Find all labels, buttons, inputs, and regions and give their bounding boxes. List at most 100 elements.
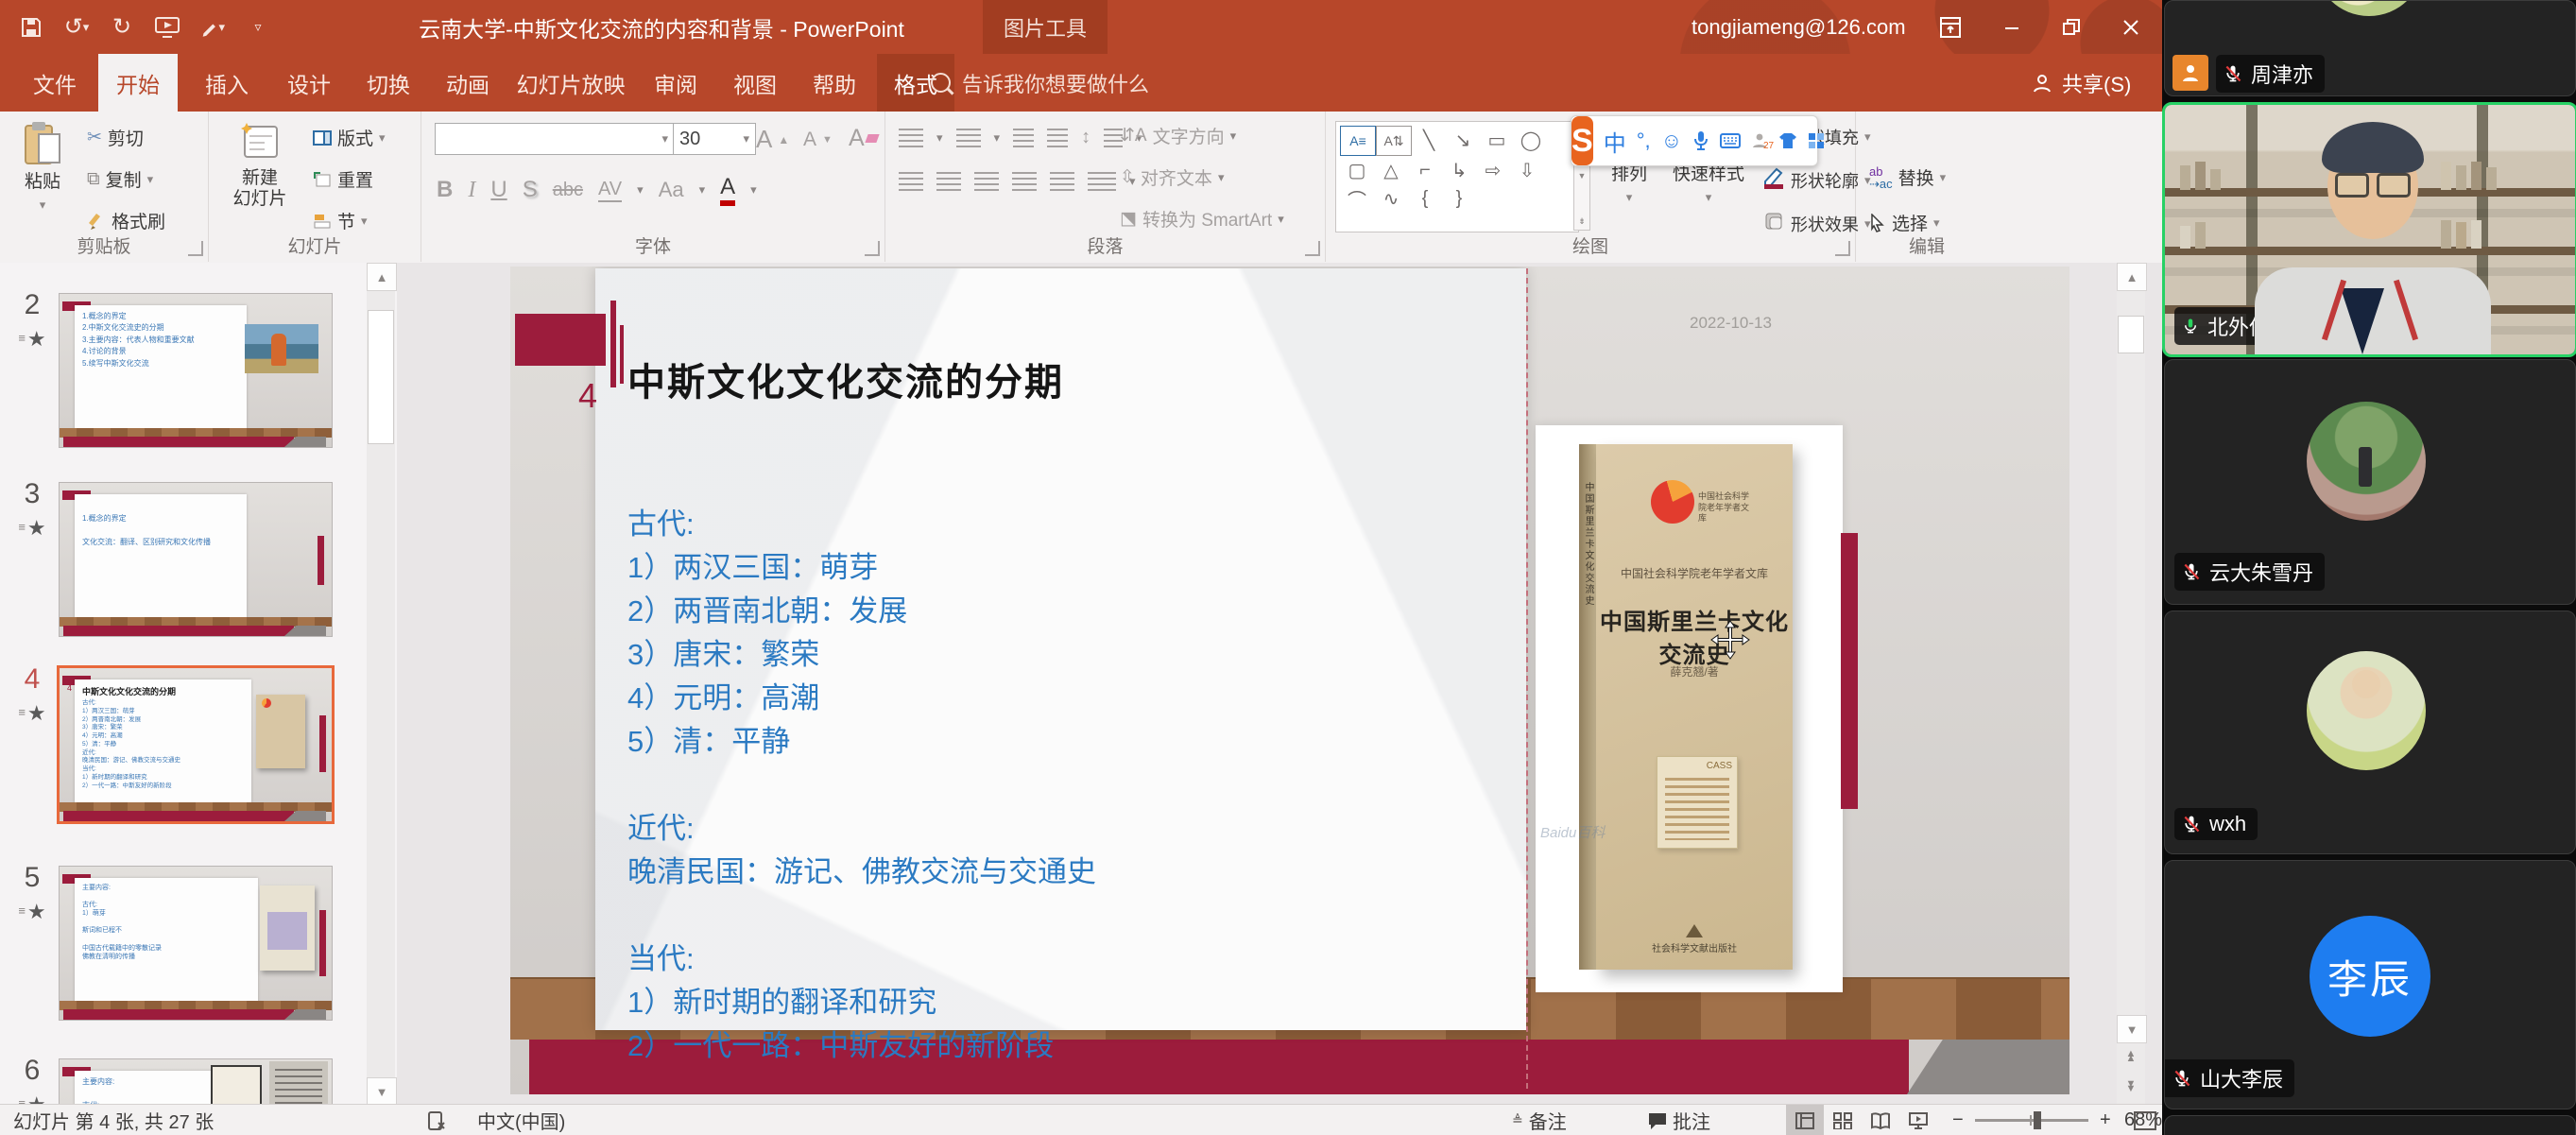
change-case-button[interactable]: Aa [659, 178, 684, 202]
save-icon[interactable] [19, 15, 43, 40]
close-icon[interactable] [2104, 0, 2158, 54]
minimize-icon[interactable] [1984, 0, 2039, 54]
scroll-up-icon[interactable]: ▲ [2117, 263, 2147, 291]
tab-insert[interactable]: 插入 [189, 54, 265, 112]
bullets-icon[interactable] [899, 129, 923, 147]
italic-button[interactable]: I [468, 178, 475, 203]
sogou-logo-icon[interactable]: S [1571, 116, 1593, 165]
slide-3-thumbnail[interactable]: 1.概念的界定 文化交流：翻译、区别研究和文化传播 [59, 482, 333, 637]
align-text-button[interactable]: ⇳对齐文本▾ [1120, 164, 1224, 190]
shapes-gallery[interactable]: A≡ A⇅ ╲ ↘ ▭ ◯ ▢ △ ⌐ ↳ ⇨ ⇩ ⌒ ∿ { } [1335, 121, 1579, 232]
thumbnail-scrollbar[interactable]: ▲ ▼ [367, 263, 395, 1104]
scrollbar-thumb[interactable] [2118, 316, 2144, 353]
font-color-button[interactable]: A [720, 174, 735, 206]
clear-formatting-button[interactable]: A [849, 125, 878, 152]
pen-input-icon[interactable]: ▾ [200, 15, 225, 40]
spellcheck-icon[interactable] [427, 1105, 446, 1135]
tab-review[interactable]: 审阅 [639, 54, 713, 112]
restore-icon[interactable] [2044, 0, 2099, 54]
slide-2-thumbnail[interactable]: 1.概念的界定 2.中斯文化交流史的分期 3.主要内容：代表人物和重要文献 4.… [59, 293, 333, 448]
scroll-down-icon[interactable]: ▼ [2117, 1015, 2147, 1043]
tab-view[interactable]: 视图 [718, 54, 792, 112]
shape-outline-button[interactable]: 形状轮廓▾ [1762, 166, 1871, 195]
underline-button[interactable]: U [490, 177, 507, 203]
language-status[interactable]: 中文(中国) [477, 1105, 565, 1135]
fit-to-window-icon[interactable] [2134, 1105, 2156, 1135]
scroll-up-icon[interactable]: ▲ [367, 263, 397, 291]
format-painter-button[interactable]: 格式刷 [87, 208, 165, 233]
tab-design[interactable]: 设计 [272, 54, 346, 112]
participant-tile[interactable]: 云大朱雪丹 [2164, 359, 2576, 605]
bold-button[interactable]: B [437, 177, 453, 203]
participant-tile-active-speaker[interactable]: 北外佟加蒙 [2162, 102, 2576, 357]
tab-slideshow[interactable]: 幻灯片放映 [510, 54, 631, 112]
grow-font-button[interactable]: A▲ [756, 125, 789, 154]
text-shadow-button[interactable]: S [523, 177, 538, 203]
align-right-icon[interactable] [974, 172, 999, 191]
ribbon-display-options-icon[interactable] [1923, 0, 1978, 54]
slide-title[interactable]: 中斯文化文化交流的分期 [627, 352, 1064, 406]
tab-transitions[interactable]: 切换 [352, 54, 425, 112]
undo-icon[interactable]: ↺▾ [64, 15, 89, 40]
replace-button[interactable]: ab⇢ac 替换▾ [1869, 164, 1946, 190]
ime-account-icon[interactable]: 27 [1751, 132, 1768, 149]
zoom-slider-thumb[interactable] [2034, 1111, 2041, 1129]
copy-button[interactable]: ⧉复制▾ [87, 166, 153, 192]
tab-animations[interactable]: 动画 [431, 54, 505, 112]
section-button[interactable]: 节▾ [313, 208, 368, 233]
next-slide-icon[interactable]: ▼▼ [2117, 1074, 2145, 1100]
soft-keyboard-icon[interactable] [1720, 133, 1741, 148]
slide-body-text[interactable]: 古代: 1）两汉三国：萌芽 2）两晋南北朝：发展 3）唐宋：繁荣 4）元明：高潮… [627, 503, 1096, 1068]
dialog-launcher-icon[interactable] [1305, 241, 1320, 256]
numbering-icon[interactable] [956, 129, 981, 147]
slide-4-thumbnail-selected[interactable]: 4 中斯文化文化交流的分期 古代: 1）两汉三国：萌芽 2）两晋南北朝：发展 3… [57, 665, 335, 824]
distribute-icon[interactable] [1050, 172, 1074, 191]
normal-view-button[interactable] [1786, 1105, 1824, 1135]
participant-tile[interactable]: 周津亦 [2164, 0, 2576, 96]
customize-qat-icon[interactable]: ▿ [246, 15, 270, 40]
slide-sorter-view-button[interactable] [1824, 1105, 1862, 1135]
align-center-icon[interactable] [936, 172, 961, 191]
decrease-indent-icon[interactable] [1013, 129, 1034, 147]
font-family-combo[interactable]: ▾ [435, 123, 675, 155]
char-spacing-button[interactable]: AV [598, 179, 622, 202]
smartart-button[interactable]: ⬔转换为 SmartArt▾ [1120, 206, 1284, 232]
skin-icon[interactable] [1778, 132, 1797, 149]
book-picture-frame[interactable]: 中国斯里兰卡文化交流史 中国社会科学院老年学者文库 中国社会科学院老年学者文库 … [1536, 425, 1843, 992]
account-name[interactable]: tongjiameng@126.com [1692, 0, 1906, 54]
start-slideshow-icon[interactable] [155, 15, 180, 40]
dialog-launcher-icon[interactable] [1835, 241, 1850, 256]
slide-5-thumbnail[interactable]: 主要内容: 古代: 1）萌芽 斯词和已程不 中国古代载籍中的零散记录 佛教在清明… [59, 866, 333, 1021]
ime-punctuation[interactable]: °, [1637, 129, 1651, 153]
redo-icon[interactable]: ↻ [110, 15, 134, 40]
book-cover-image[interactable]: 中国社会科学院老年学者文库 中国社会科学院老年学者文库 中国斯里兰卡文化交流史 … [1596, 444, 1793, 970]
ime-mode-chinese[interactable]: 中 [1604, 125, 1626, 158]
increase-indent-icon[interactable] [1047, 129, 1068, 147]
zoom-slider[interactable] [1975, 1105, 2088, 1135]
scrollbar-thumb[interactable] [368, 310, 394, 444]
emoji-icon[interactable]: ☺ [1661, 129, 1682, 153]
zoom-in-icon[interactable]: + [2100, 1105, 2111, 1135]
align-left-icon[interactable] [899, 172, 923, 191]
dialog-launcher-icon[interactable] [188, 241, 203, 256]
shrink-font-button[interactable]: A▼ [803, 129, 833, 151]
cut-button[interactable]: ✂剪切 [87, 125, 144, 150]
dialog-launcher-icon[interactable] [865, 241, 880, 256]
ime-toolbar[interactable]: S 中 °, ☺ 27 [1571, 115, 1818, 166]
strikethrough-button[interactable]: abc [553, 180, 583, 201]
font-size-combo[interactable]: 30▾ [673, 123, 756, 155]
select-button[interactable]: 选择▾ [1869, 210, 1940, 235]
slideshow-view-button[interactable] [1899, 1105, 1937, 1135]
slide-6-thumbnail[interactable]: 主要内容: 古代: 2）两晋南北朝：发展 [59, 1058, 333, 1104]
reset-button[interactable]: 重置 [313, 166, 373, 192]
line-spacing-icon[interactable]: ↕ [1081, 127, 1091, 148]
participant-tile-partial[interactable] [2164, 1115, 2576, 1135]
tab-help[interactable]: 帮助 [798, 54, 871, 112]
previous-slide-icon[interactable]: ▲▲ [2117, 1043, 2145, 1070]
comments-button[interactable]: 批注 [1648, 1105, 1710, 1135]
reading-view-button[interactable] [1862, 1105, 1899, 1135]
participant-tile[interactable]: 李辰 山大李辰 [2164, 860, 2576, 1109]
participant-tile[interactable]: wxh [2164, 610, 2576, 854]
toolbox-icon[interactable] [1808, 132, 1825, 149]
tab-home[interactable]: 开始 [98, 54, 178, 112]
